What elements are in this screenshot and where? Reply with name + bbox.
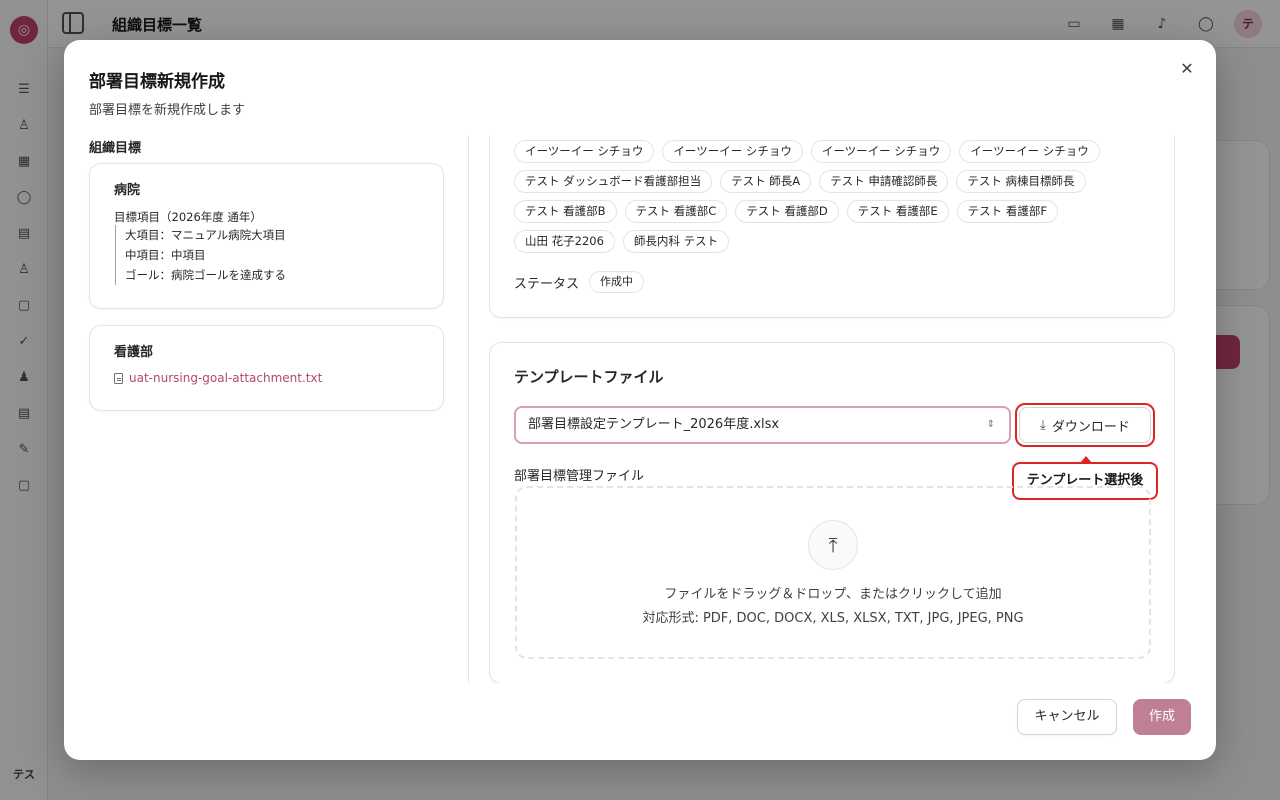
nursing-title: 看護部 xyxy=(114,345,154,360)
member-tag: テスト 病棟目標師長 xyxy=(956,170,1086,193)
member-tag: テスト ダッシュボード看護部担当 xyxy=(514,170,713,193)
member-tag: テスト 看護部F xyxy=(956,200,1058,223)
goal-items: 大項目：マニュアル病院大項目 中項目：中項目 ゴール：病院ゴールを達成する xyxy=(115,225,286,285)
goal-item-middle: 中項目：中項目 xyxy=(125,248,206,262)
org-goals-label: 組織目標 xyxy=(89,141,142,156)
member-tag: イーツーイー シチョウ xyxy=(662,140,803,163)
file-icon xyxy=(114,372,123,384)
close-icon[interactable]: ✕ xyxy=(1177,59,1197,79)
status-badge: 作成中 xyxy=(589,271,645,293)
member-tags: イーツーイー シチョウ イーツーイー シチョウ イーツーイー シチョウ イーツー… xyxy=(514,140,1154,253)
attachment-link[interactable]: uat-nursing-goal-attachment.txt xyxy=(114,371,322,385)
members-card: イーツーイー シチョウ イーツーイー シチョウ イーツーイー シチョウ イーツー… xyxy=(489,135,1175,318)
member-tag: イーツーイー シチョウ xyxy=(514,140,655,163)
cancel-button[interactable]: キャンセル xyxy=(1017,699,1117,735)
member-tag: 山田 花子2206 xyxy=(514,230,615,253)
status-row: ステータス 作成中 xyxy=(514,271,645,293)
nursing-goal-card: 看護部 uat-nursing-goal-attachment.txt xyxy=(89,325,444,411)
file-dropzone[interactable]: ⤒ ファイルをドラッグ＆ドロップ、またはクリックして追加 対応形式: PDF, … xyxy=(515,486,1151,659)
member-tag: テスト 師長A xyxy=(720,170,812,193)
template-section-title: テンプレートファイル xyxy=(514,368,664,386)
column-divider xyxy=(468,135,469,683)
dropzone-instruction: ファイルをドラッグ＆ドロップ、またはクリックして追加 xyxy=(664,587,1002,602)
hospital-goal-card: 病院 目標項目（2026年度 通年） 大項目：マニュアル病院大項目 中項目：中項… xyxy=(89,163,444,309)
member-tag: テスト 看護部D xyxy=(735,200,839,223)
dialog-description: 部署目標を新規作成します xyxy=(89,103,246,118)
member-tag: イーツーイー シチョウ xyxy=(810,140,952,163)
dialog-title: 部署目標新規作成 xyxy=(89,72,225,92)
upload-icon: ⤒ xyxy=(808,520,858,570)
create-button[interactable]: 作成 xyxy=(1133,699,1191,735)
dropzone-formats: 対応形式: PDF, DOC, DOCX, XLS, XLSX, TXT, JP… xyxy=(642,611,1024,626)
hospital-title: 病院 xyxy=(114,183,141,198)
member-tag: テスト 看護部E xyxy=(846,200,949,223)
download-button[interactable]: ⤓ ダウンロード xyxy=(1019,407,1151,443)
member-tag: イーツーイー シチョウ xyxy=(959,140,1100,163)
goal-item-goal: ゴール：病院ゴールを達成する xyxy=(125,268,286,282)
member-tag: 師長内科 テスト xyxy=(622,230,730,253)
management-file-label: 部署目標管理ファイル xyxy=(514,469,645,484)
attachment-filename[interactable]: uat-nursing-goal-attachment.txt xyxy=(129,371,322,385)
create-dept-goal-dialog: 部署目標新規作成 部署目標を新規作成します ✕ 組織目標 病院 目標項目（202… xyxy=(64,40,1216,760)
member-tag: テスト 看護部C xyxy=(624,200,728,223)
template-card: テンプレートファイル 部署目標設定テンプレート_2026年度.xlsx ⇕ ⤓ … xyxy=(489,342,1175,683)
download-icon: ⤓ xyxy=(1040,417,1046,433)
goal-item-major: 大項目：マニュアル病院大項目 xyxy=(125,228,286,242)
form-scroll-area[interactable]: イーツーイー シチョウ イーツーイー シチョウ イーツーイー シチョウ イーツー… xyxy=(489,135,1175,683)
template-select[interactable]: 部署目標設定テンプレート_2026年度.xlsx ⇕ xyxy=(514,406,1011,444)
goal-heading: 目標項目（2026年度 通年） xyxy=(114,210,262,224)
member-tag: テスト 申請確認師長 xyxy=(819,170,949,193)
chevron-updown-icon: ⇕ xyxy=(986,419,995,430)
template-select-value: 部署目標設定テンプレート_2026年度.xlsx xyxy=(528,417,780,432)
member-tag: テスト 看護部B xyxy=(514,200,617,223)
status-label: ステータス xyxy=(514,276,580,292)
download-label: ダウンロード xyxy=(1051,419,1130,435)
